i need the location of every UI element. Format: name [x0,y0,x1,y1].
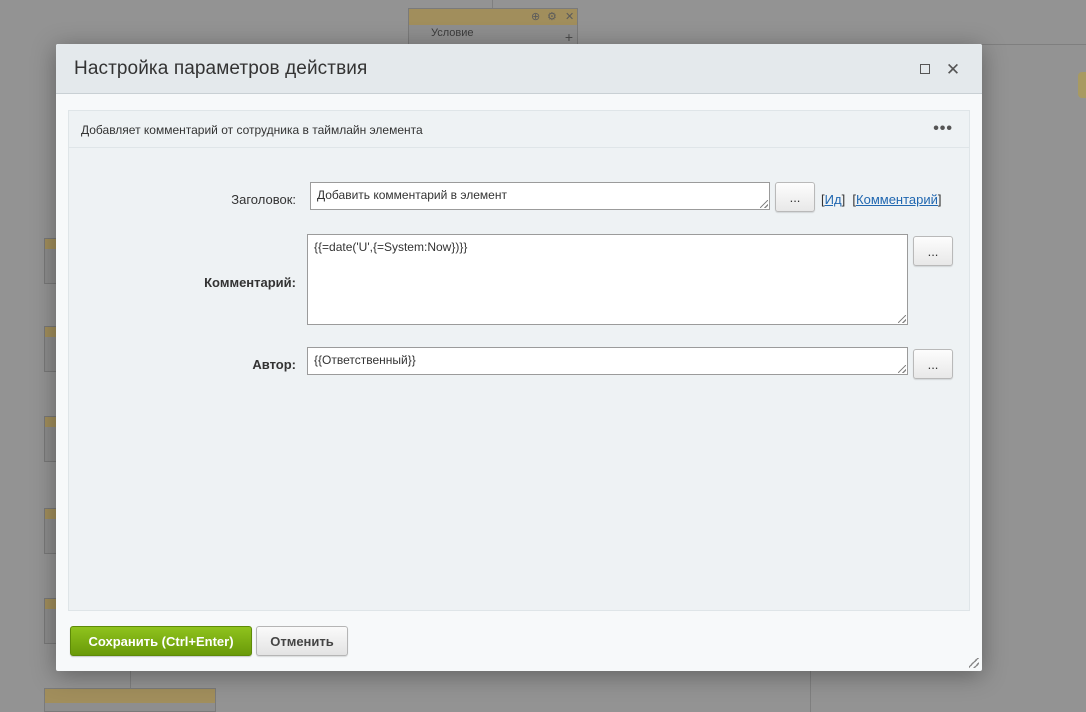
add-icon[interactable]: ⊕ [531,10,540,23]
id-link[interactable]: Ид [825,192,842,207]
action-description: Добавляет комментарий от сотрудника в та… [81,123,423,137]
resize-grip[interactable] [898,315,906,323]
side-handle[interactable] [1078,72,1086,98]
title-field[interactable]: Добавить комментарий в элемент [310,182,770,210]
dialog-header: Настройка параметров действия ✕ [56,44,982,94]
maximize-icon[interactable] [914,58,936,80]
bottom-block [44,688,216,712]
gear-icon[interactable]: ⚙ [547,10,557,23]
comment-label: Комментарий: [204,275,296,290]
author-picker-button[interactable]: ... [913,349,953,379]
author-label: Автор: [252,357,296,372]
more-dots-icon[interactable]: ••• [933,121,953,137]
title-field-value: Добавить комментарий в элемент [317,188,507,202]
close-icon[interactable]: ✕ [942,58,964,80]
save-button[interactable]: Сохранить (Ctrl+Enter) [70,626,252,656]
comment-field[interactable]: {{=date('U',{=System:Now})}} [307,234,908,325]
dialog-title: Настройка параметров действия [74,58,368,79]
title-picker-button[interactable]: ... [775,182,815,212]
plus-icon[interactable]: + [565,29,573,45]
comment-link[interactable]: Комментарий [856,192,938,207]
condition-block-label: Условие [431,27,474,39]
close-icon[interactable]: ✕ [565,10,574,23]
comment-field-value: {{=date('U',{=System:Now})}} [314,240,468,254]
dialog-resize-handle[interactable] [969,658,979,668]
condition-block[interactable]: Условие ⊕ ⚙ ✕ + [408,8,578,48]
author-field-value: {{Ответственный}} [314,353,416,367]
panel-header: Добавляет комментарий от сотрудника в та… [69,111,969,148]
insert-links: [Ид] [Комментарий] [821,192,942,207]
title-label: Заголовок: [231,192,296,207]
resize-grip[interactable] [760,200,768,208]
action-settings-dialog: Настройка параметров действия ✕ Добавляе… [56,44,982,671]
author-field[interactable]: {{Ответственный}} [307,347,908,375]
cancel-button[interactable]: Отменить [256,626,348,656]
comment-picker-button[interactable]: ... [913,236,953,266]
resize-grip[interactable] [898,365,906,373]
